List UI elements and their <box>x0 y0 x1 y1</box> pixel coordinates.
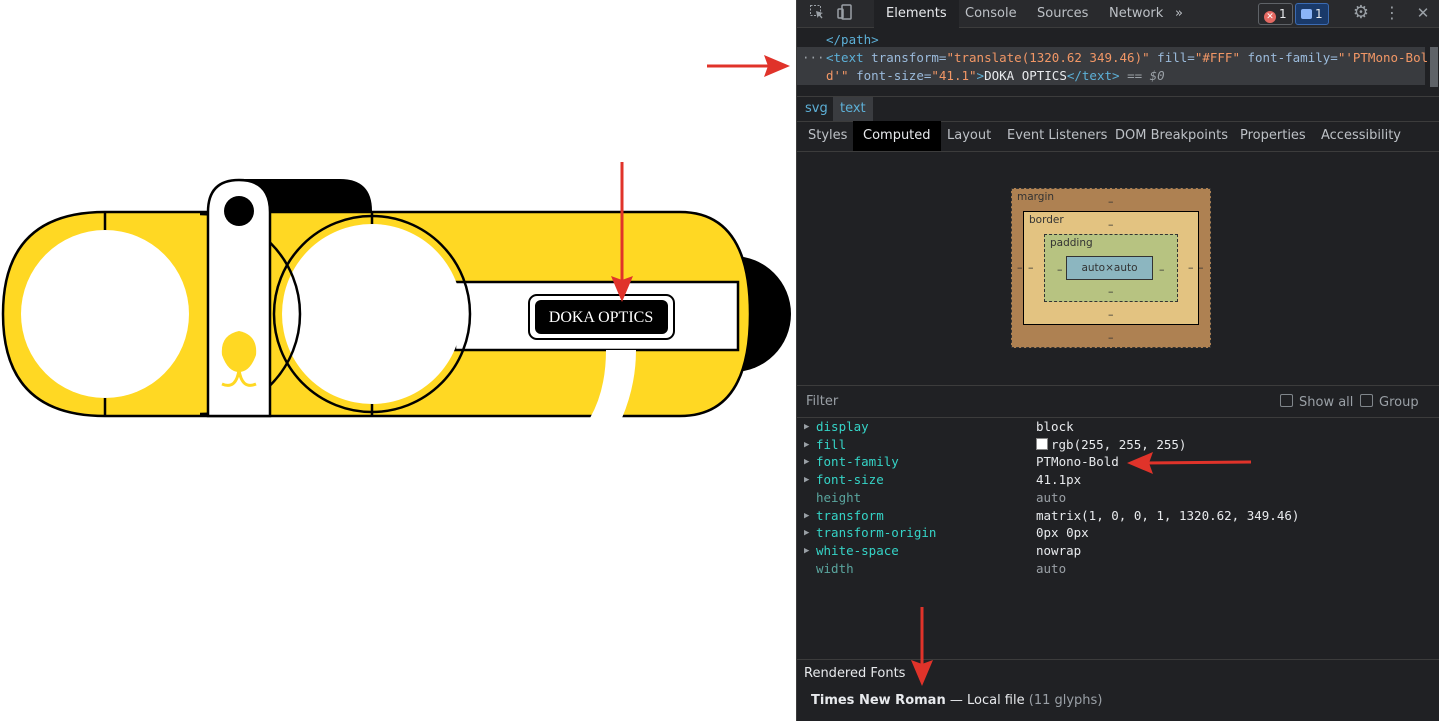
computed-property-row[interactable]: ▶ transform-origin 0px 0px <box>797 524 1439 542</box>
computed-property-row[interactable]: ▶ white-space nowrap <box>797 542 1439 560</box>
expand-arrow-icon[interactable]: ▶ <box>804 453 809 471</box>
left-lens <box>21 230 189 398</box>
breadcrumb-text[interactable]: text <box>833 97 873 121</box>
property-value: 0px 0px <box>1036 525 1089 541</box>
property-value: matrix(1, 0, 0, 1, 1320.62, 349.46) <box>1036 507 1300 523</box>
computed-property-row[interactable]: height auto <box>797 489 1439 507</box>
devtools-toolbar: Elements Console Sources Network » ✕ 1 1 … <box>797 0 1439 29</box>
property-value: rgb(255, 255, 255) <box>1036 436 1186 454</box>
computed-property-row[interactable]: ▶ font-family PTMono-Bold <box>797 453 1439 471</box>
property-value: nowrap <box>1036 542 1082 558</box>
rendered-font-glyphs: (11 glyphs) <box>1028 693 1103 708</box>
filter-input[interactable]: Filter <box>806 394 838 409</box>
group-checkbox[interactable]: Group <box>1360 394 1419 410</box>
tab-console[interactable]: Console <box>953 0 1029 27</box>
bridge-screw <box>224 196 254 226</box>
tab-sources[interactable]: Sources <box>1025 0 1100 27</box>
tab-accessibility[interactable]: Accessibility <box>1311 121 1411 151</box>
computed-property-row[interactable]: ▶ font-size 41.1px <box>797 471 1439 489</box>
rendered-font-row: Times New Roman — Local file (11 glyphs) <box>811 693 1103 708</box>
property-name: transform-origin <box>816 525 937 541</box>
property-name: fill <box>816 436 847 452</box>
tab-elements[interactable]: Elements <box>874 0 959 29</box>
rendered-fonts-heading: Rendered Fonts <box>804 666 906 681</box>
property-name: font-size <box>816 472 884 488</box>
settings-icon[interactable]: ⚙ <box>1351 4 1371 22</box>
rendered-font-source: Local file <box>966 693 1025 708</box>
expand-arrow-icon[interactable]: ▶ <box>804 436 809 454</box>
tree-line-path-close[interactable]: </path> <box>826 32 879 47</box>
expand-arrow-icon[interactable]: ▶ <box>804 418 809 436</box>
sidebar-tabs: Styles Computed Layout Event Listeners D… <box>797 121 1439 152</box>
property-name: transform <box>816 507 884 523</box>
more-tabs-button[interactable]: » <box>1169 0 1189 27</box>
tab-event-listeners[interactable]: Event Listeners <box>997 121 1117 151</box>
expand-arrow-icon[interactable]: ▶ <box>804 471 809 489</box>
property-name: display <box>816 419 869 434</box>
checkbox-icon <box>1360 394 1373 407</box>
message-count: 1 <box>1315 7 1323 21</box>
expand-arrow-icon[interactable]: ▶ <box>804 507 809 525</box>
computed-property-row[interactable]: ▶ display block <box>797 418 1439 436</box>
tab-styles[interactable]: Styles <box>798 121 857 151</box>
tab-network[interactable]: Network <box>1097 0 1175 27</box>
node-ellipsis[interactable]: ··· <box>802 50 825 65</box>
computed-property-row[interactable]: ▶ fill rgb(255, 255, 255) <box>797 436 1439 454</box>
property-name: font-family <box>816 454 899 470</box>
breadcrumb: svg text <box>797 96 1439 122</box>
computed-property-row[interactable]: width auto <box>797 560 1439 578</box>
computed-filter-bar: Filter Show all Group <box>797 385 1439 418</box>
content-box[interactable]: auto×auto <box>1066 256 1153 280</box>
color-swatch-icon[interactable] <box>1036 437 1048 450</box>
property-name: width <box>816 560 854 576</box>
property-value: auto <box>1036 489 1067 505</box>
close-icon[interactable]: ✕ <box>1413 4 1433 22</box>
property-name: white-space <box>816 542 899 558</box>
property-value: PTMono-Bold <box>1036 454 1119 470</box>
error-badge[interactable]: ✕ 1 <box>1258 3 1293 25</box>
error-count: 1 <box>1279 7 1287 21</box>
message-icon <box>1301 9 1312 19</box>
box-model-diagram: margin – – – – border – – – – padding – … <box>797 152 1439 385</box>
rendered-font-name: Times New Roman <box>811 693 946 708</box>
devtools-panel: Elements Console Sources Network » ✕ 1 1 … <box>796 0 1439 721</box>
binoculars-illustration: DOKA OPTICS <box>1 178 791 418</box>
tree-line-text-node-cont[interactable]: d'" font-size="41.1">DOKA OPTICS</text> … <box>826 68 1165 83</box>
property-value: auto <box>1036 560 1067 576</box>
tab-properties[interactable]: Properties <box>1230 121 1316 151</box>
label-text: DOKA OPTICS <box>549 309 653 326</box>
tab-computed[interactable]: Computed <box>853 121 941 151</box>
breadcrumb-svg[interactable]: svg <box>798 97 835 121</box>
computed-property-row[interactable]: ▶ transform matrix(1, 0, 0, 1, 1320.62, 34… <box>797 507 1439 525</box>
tab-dom-breakpoints[interactable]: DOM Breakpoints <box>1105 121 1238 151</box>
error-icon: ✕ <box>1264 11 1276 23</box>
checkbox-icon <box>1280 394 1293 407</box>
message-badge[interactable]: 1 <box>1295 3 1329 25</box>
inspect-icon[interactable] <box>807 4 827 22</box>
show-all-checkbox[interactable]: Show all <box>1280 394 1353 410</box>
rendered-fonts-section: Rendered Fonts Times New Roman — Local f… <box>797 659 1439 708</box>
page-preview: DOKA OPTICS <box>0 0 796 721</box>
device-toggle-icon[interactable] <box>835 4 855 22</box>
tab-layout[interactable]: Layout <box>937 121 1001 151</box>
more-vert-icon[interactable]: ⋮ <box>1382 4 1402 22</box>
expand-arrow-icon[interactable]: ▶ <box>804 542 809 560</box>
tree-scrollbar[interactable] <box>1430 47 1438 87</box>
elements-tree: </path> ··· <text transform="translate(1… <box>797 27 1439 95</box>
property-value: 41.1px <box>1036 472 1082 488</box>
expand-arrow-icon[interactable]: ▶ <box>804 524 809 542</box>
property-value: block <box>1036 419 1074 434</box>
tree-line-text-node[interactable]: <text transform="translate(1320.62 349.4… <box>826 50 1428 65</box>
property-name: height <box>816 489 862 505</box>
right-lens <box>282 224 462 404</box>
